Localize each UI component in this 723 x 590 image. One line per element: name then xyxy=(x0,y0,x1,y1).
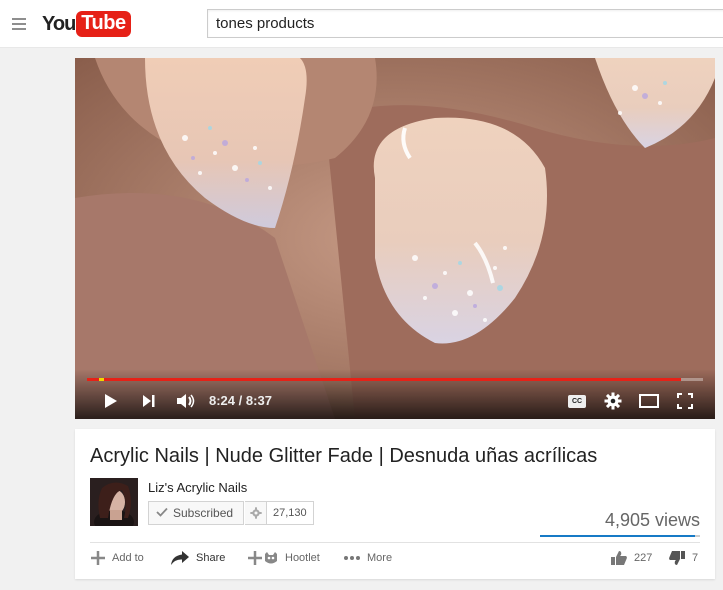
progress-bar[interactable] xyxy=(87,378,703,381)
play-icon xyxy=(105,394,117,408)
more-dots-icon xyxy=(344,556,360,560)
captions-button[interactable]: CC xyxy=(567,391,587,411)
dislike-button[interactable]: 7 xyxy=(668,548,698,568)
top-header: You Tube xyxy=(0,0,723,48)
captions-icon: CC xyxy=(568,394,586,408)
view-count: 4,905 views xyxy=(604,510,700,530)
thumbs-down-icon xyxy=(669,551,685,565)
video-info-card: Acrylic Nails | Nude Glitter Fade | Desn… xyxy=(75,429,715,579)
plus-icon xyxy=(91,551,105,565)
hootlet-label: Hootlet xyxy=(285,552,320,564)
progress-buffer-marker xyxy=(99,378,104,381)
time-separator: / xyxy=(238,393,243,408)
like-ratio-fill xyxy=(540,535,696,537)
volume-button[interactable] xyxy=(175,391,197,411)
time-current: 8:24 xyxy=(209,393,236,408)
next-button[interactable] xyxy=(141,391,157,411)
time-display: 8:24 / 8:37 xyxy=(209,393,272,408)
volume-icon xyxy=(177,394,195,408)
thumbs-up-icon xyxy=(611,551,627,565)
settings-button[interactable] xyxy=(603,391,623,411)
time-total: 8:37 xyxy=(245,393,272,408)
theater-mode-button[interactable] xyxy=(638,391,660,411)
like-button[interactable]: 227 xyxy=(610,548,652,568)
add-to-button[interactable]: Add to xyxy=(90,548,144,568)
actions-divider xyxy=(90,542,700,543)
progress-played xyxy=(87,378,681,381)
captions-label: CC xyxy=(571,397,583,405)
hootlet-icon xyxy=(248,551,277,565)
add-to-label: Add to xyxy=(112,552,144,564)
next-icon xyxy=(143,395,155,407)
logo-you-text: You xyxy=(42,12,76,35)
gear-icon xyxy=(249,507,262,519)
share-label: Share xyxy=(196,552,226,564)
fullscreen-icon xyxy=(677,393,693,409)
video-frame xyxy=(75,58,715,419)
avatar-image xyxy=(90,478,138,526)
fullscreen-button[interactable] xyxy=(675,391,695,411)
play-button[interactable] xyxy=(103,391,119,411)
share-button[interactable]: Share xyxy=(170,548,225,568)
logo-tube-text: Tube xyxy=(76,11,131,37)
search-input[interactable] xyxy=(208,10,723,37)
subscribed-label: Subscribed xyxy=(173,506,234,520)
share-arrow-icon xyxy=(171,551,189,565)
like-count: 227 xyxy=(634,552,653,564)
subscribed-button[interactable]: Subscribed xyxy=(148,501,244,525)
settings-gear-icon xyxy=(604,392,622,410)
subscription-preferences-button[interactable] xyxy=(245,501,267,525)
video-title: Acrylic Nails | Nude Glitter Fade | Desn… xyxy=(90,445,598,467)
theater-mode-icon xyxy=(639,394,659,408)
like-ratio-bar xyxy=(540,535,700,537)
channel-avatar[interactable] xyxy=(90,478,138,526)
search-box xyxy=(207,9,723,38)
more-label: More xyxy=(367,552,393,564)
hootlet-button[interactable]: Hootlet xyxy=(247,548,320,568)
more-button[interactable]: More xyxy=(343,548,392,568)
guide-menu-icon[interactable] xyxy=(12,18,26,30)
dislike-count: 7 xyxy=(692,552,699,564)
youtube-logo[interactable]: You Tube xyxy=(42,10,131,38)
checkmark-icon xyxy=(149,504,169,522)
video-player[interactable]: 8:24 / 8:37 CC xyxy=(75,58,715,419)
channel-name-link[interactable]: Liz's Acrylic Nails xyxy=(148,480,247,495)
subscriber-count: 27,130 xyxy=(267,501,314,525)
